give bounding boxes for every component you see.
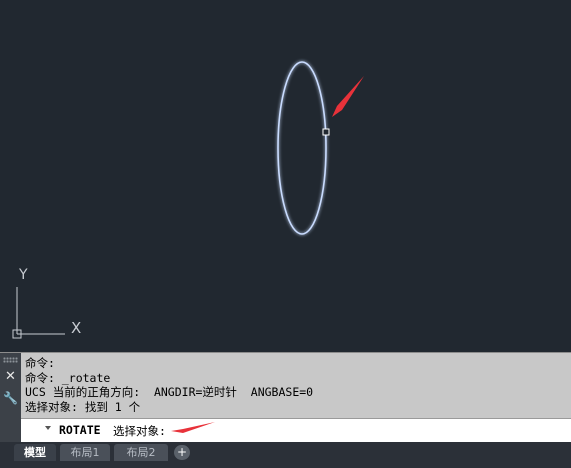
tab-layout2[interactable]: 布局2 <box>114 444 168 461</box>
ucs-x-label: X <box>71 319 81 337</box>
drag-grip-icon[interactable] <box>3 357 18 363</box>
command-prompt: 选择对象: <box>113 424 166 438</box>
ucs-y-label: Y <box>18 267 28 283</box>
command-panel-sidebar: ✕ 🔧 <box>0 353 21 443</box>
layout-tab-bar: 模型 布局1 布局2 + <box>0 442 571 468</box>
close-icon[interactable]: ✕ <box>0 368 21 386</box>
history-line: 选择对象: 找到 1 个 <box>25 399 141 414</box>
command-panel: ✕ 🔧 命令: 命令: _rotate UCS 当前的正角方向: ANGDIR=… <box>0 352 571 443</box>
drawing-canvas[interactable]: Y X <box>0 0 571 352</box>
canvas-graphics: Y X <box>12 61 364 339</box>
prompt-arrow-icon <box>171 422 215 433</box>
add-layout-icon[interactable]: + <box>174 445 190 460</box>
history-line: 命令: <box>25 356 55 370</box>
wrench-icon[interactable]: 🔧 <box>0 389 21 407</box>
annotation-arrow-icon <box>332 76 364 117</box>
selected-ellipse[interactable] <box>277 61 327 235</box>
active-command: ROTATE <box>59 423 101 437</box>
tab-layout1[interactable]: 布局1 <box>60 444 110 461</box>
command-history: 命令: 命令: _rotate UCS 当前的正角方向: ANGDIR=逆时针 … <box>25 356 565 414</box>
tab-model[interactable]: 模型 <box>14 444 56 461</box>
ellipse-grip[interactable] <box>322 128 330 136</box>
command-input[interactable]: ROTATE 选择对象: <box>21 418 571 442</box>
history-line: UCS 当前的正角方向: ANGDIR=逆时针 ANGBASE=0 <box>25 385 314 399</box>
history-line: 命令: _rotate <box>25 370 111 385</box>
recent-commands-chevron-icon[interactable] <box>45 426 51 430</box>
